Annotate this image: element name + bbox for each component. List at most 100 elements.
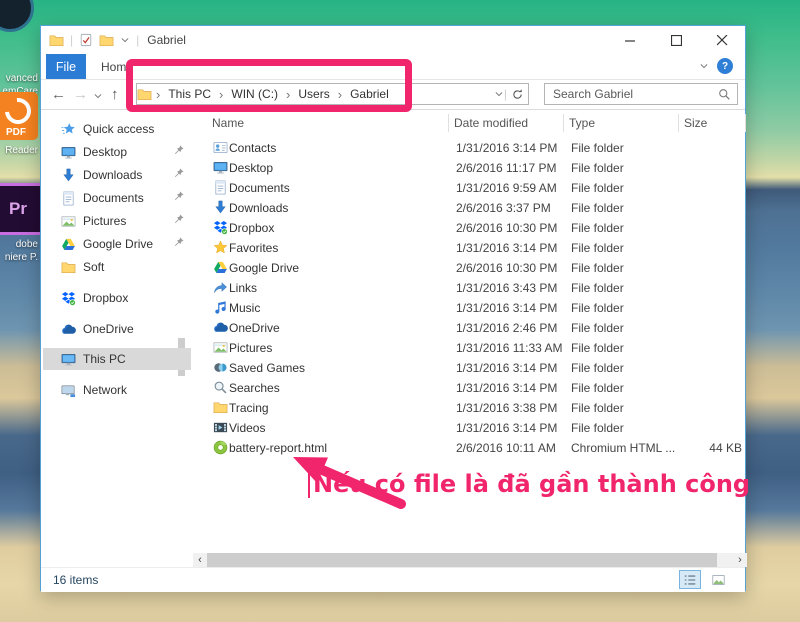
file-name: Dropbox xyxy=(229,221,274,235)
folder-icon[interactable] xyxy=(49,33,64,48)
file-name: Downloads xyxy=(229,201,288,215)
gdrive-icon xyxy=(213,260,228,275)
sidebar-item-pictures[interactable]: Pictures xyxy=(43,210,191,232)
scroll-left-arrow-icon[interactable]: ‹ xyxy=(193,553,207,567)
sidebar-item-quick-access[interactable]: Quick access xyxy=(43,118,191,140)
horizontal-scrollbar[interactable]: ‹ › xyxy=(193,553,747,567)
videos-icon xyxy=(213,420,228,435)
file-type: File folder xyxy=(571,401,624,415)
sidebar-item-dropbox[interactable]: Dropbox xyxy=(43,287,191,309)
desktop-app-icon[interactable] xyxy=(0,0,34,32)
links-icon xyxy=(213,280,228,295)
maximize-button[interactable] xyxy=(653,26,699,54)
file-name: battery-report.html xyxy=(229,441,327,455)
file-name: Tracing xyxy=(229,401,269,415)
column-header-date[interactable]: Date modified xyxy=(454,112,528,134)
desktop-icon-label-premiere[interactable]: dobe niere P. xyxy=(0,238,38,264)
address-dropdown-chevron-icon[interactable] xyxy=(494,89,504,99)
search-input[interactable]: Search Gabriel xyxy=(544,83,738,105)
sidebar-item-onedrive[interactable]: OneDrive xyxy=(43,318,191,340)
column-header-type[interactable]: Type xyxy=(569,112,595,134)
column-header-size[interactable]: Size xyxy=(684,112,707,134)
file-row-tracing[interactable]: Tracing1/31/2016 3:38 PMFile folder xyxy=(196,398,747,418)
file-row-google-drive[interactable]: Google Drive2/6/2016 10:30 PMFile folder xyxy=(196,258,747,278)
file-row-music[interactable]: Music1/31/2016 3:14 PMFile folder xyxy=(196,298,747,318)
folder-icon xyxy=(61,260,76,275)
file-row-dropbox[interactable]: Dropbox2/6/2016 10:30 PMFile folder xyxy=(196,218,747,238)
file-name: Pictures xyxy=(229,341,272,355)
thispc-icon xyxy=(61,352,76,367)
sidebar-item-label: OneDrive xyxy=(83,322,191,336)
search-placeholder: Search Gabriel xyxy=(545,87,718,101)
customize-chevron-icon[interactable] xyxy=(120,35,130,45)
tab-file[interactable]: File xyxy=(46,54,86,79)
pin-icon xyxy=(173,213,185,225)
file-row-links[interactable]: Links1/31/2016 3:43 PMFile folder xyxy=(196,278,747,298)
folder-icon xyxy=(213,400,228,415)
games-icon xyxy=(213,360,228,375)
downloads-icon xyxy=(213,200,228,215)
column-divider xyxy=(745,114,746,132)
file-date: 1/31/2016 9:59 AM xyxy=(456,181,557,195)
window-title: Gabriel xyxy=(147,33,186,47)
annotation-text: Nếu có file là đã gần thành công xyxy=(308,470,750,498)
column-divider xyxy=(678,114,679,132)
file-row-saved-games[interactable]: Saved Games1/31/2016 3:14 PMFile folder xyxy=(196,358,747,378)
file-name: Music xyxy=(229,301,260,315)
sidebar-item-desktop[interactable]: Desktop xyxy=(43,141,191,163)
sidebar-item-soft[interactable]: Soft xyxy=(43,256,191,278)
file-row-desktop[interactable]: Desktop2/6/2016 11:17 PMFile folder xyxy=(196,158,747,178)
file-type: File folder xyxy=(571,281,624,295)
desktop-icon-label-reader[interactable]: Reader xyxy=(0,144,38,157)
file-type: File folder xyxy=(571,141,624,155)
file-row-videos[interactable]: Videos1/31/2016 3:14 PMFile folder xyxy=(196,418,747,438)
titlebar[interactable]: | | Gabriel xyxy=(41,26,745,54)
search-icon[interactable] xyxy=(718,88,731,101)
file-date: 1/31/2016 3:14 PM xyxy=(456,301,557,315)
foxit-reader-icon[interactable]: PDF xyxy=(0,92,38,140)
sidebar-item-network[interactable]: Network xyxy=(43,379,191,401)
sidebar-item-label: Network xyxy=(83,383,191,397)
file-row-onedrive[interactable]: OneDrive1/31/2016 2:46 PMFile folder xyxy=(196,318,747,338)
file-date: 2/6/2016 10:30 PM xyxy=(456,261,557,275)
up-button[interactable]: ↑ xyxy=(111,79,119,109)
scrollbar-thumb[interactable] xyxy=(207,553,717,567)
file-row-pictures[interactable]: Pictures1/31/2016 11:33 AMFile folder xyxy=(196,338,747,358)
premiere-icon[interactable]: Pr xyxy=(0,183,44,235)
file-row-downloads[interactable]: Downloads2/6/2016 3:37 PMFile folder xyxy=(196,198,747,218)
details-view-button[interactable] xyxy=(679,570,701,589)
back-button[interactable]: ← xyxy=(51,79,66,109)
forward-button[interactable]: → xyxy=(73,79,88,109)
properties-icon[interactable] xyxy=(79,33,93,47)
file-name: Searches xyxy=(229,381,280,395)
pin-icon xyxy=(173,236,185,248)
file-date: 1/31/2016 3:14 PM xyxy=(456,381,557,395)
refresh-icon[interactable] xyxy=(511,88,524,101)
file-name: OneDrive xyxy=(229,321,280,335)
toolbar-separator: | xyxy=(136,33,139,47)
large-icons-view-button[interactable] xyxy=(707,570,729,589)
file-row-documents[interactable]: Documents1/31/2016 9:59 AMFile folder xyxy=(196,178,747,198)
sidebar-item-google-drive[interactable]: Google Drive xyxy=(43,233,191,255)
file-type: File folder xyxy=(571,241,624,255)
recent-locations-chevron-icon[interactable] xyxy=(93,91,103,101)
file-row-favorites[interactable]: Favorites1/31/2016 3:14 PMFile folder xyxy=(196,238,747,258)
sidebar-item-this-pc[interactable]: This PC xyxy=(43,348,191,370)
new-folder-icon[interactable] xyxy=(99,33,114,48)
scroll-right-arrow-icon[interactable]: › xyxy=(733,553,747,567)
ribbon-collapse-chevron-icon[interactable] xyxy=(699,61,709,71)
file-row-searches[interactable]: Searches1/31/2016 3:14 PMFile folder xyxy=(196,378,747,398)
minimize-button[interactable] xyxy=(607,26,653,54)
close-button[interactable] xyxy=(699,26,745,54)
desktop-icon xyxy=(213,160,228,175)
file-name: Google Drive xyxy=(229,261,299,275)
column-divider xyxy=(563,114,564,132)
file-row-contacts[interactable]: Contacts1/31/2016 3:14 PMFile folder xyxy=(196,138,747,158)
favorites-icon xyxy=(213,240,228,255)
file-row-battery-report-html[interactable]: battery-report.html2/6/2016 10:11 AMChro… xyxy=(196,438,747,458)
sidebar-item-documents[interactable]: Documents xyxy=(43,187,191,209)
column-header-name[interactable]: Name xyxy=(212,112,244,134)
sidebar-item-label: This PC xyxy=(83,352,191,366)
help-icon[interactable]: ? xyxy=(717,58,733,74)
sidebar-item-downloads[interactable]: Downloads xyxy=(43,164,191,186)
